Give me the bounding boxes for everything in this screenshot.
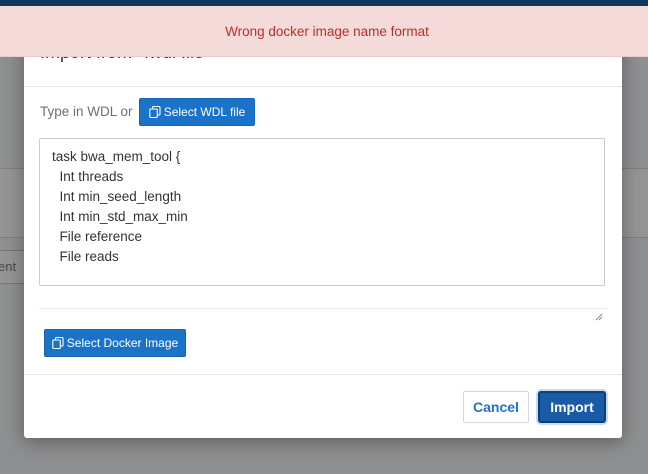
error-message: Wrong docker image name format [225, 23, 429, 39]
import-wdl-modal: Import from *.wdl file Type in WDL or Se… [24, 36, 622, 438]
error-notification: Wrong docker image name format [0, 6, 648, 57]
copy-icon [52, 337, 64, 349]
section-divider [39, 308, 607, 309]
modal-footer: Cancel Import [24, 374, 622, 438]
import-button[interactable]: Import [538, 391, 606, 423]
select-docker-image-label: Select Docker Image [66, 336, 179, 350]
type-in-wdl-label: Type in WDL or [40, 104, 133, 119]
copy-icon [148, 106, 161, 118]
select-wdl-file-label: Select WDL file [163, 105, 246, 119]
select-docker-image-button[interactable]: Select Docker Image [44, 329, 186, 357]
wdl-source-row: Type in WDL or Select WDL file [40, 98, 600, 128]
resize-grip-icon[interactable] [595, 313, 603, 321]
wdl-code-textarea[interactable]: task bwa_mem_tool { Int threads Int min_… [39, 138, 605, 286]
cancel-button[interactable]: Cancel [463, 391, 529, 423]
select-wdl-file-button[interactable]: Select WDL file [139, 98, 255, 126]
